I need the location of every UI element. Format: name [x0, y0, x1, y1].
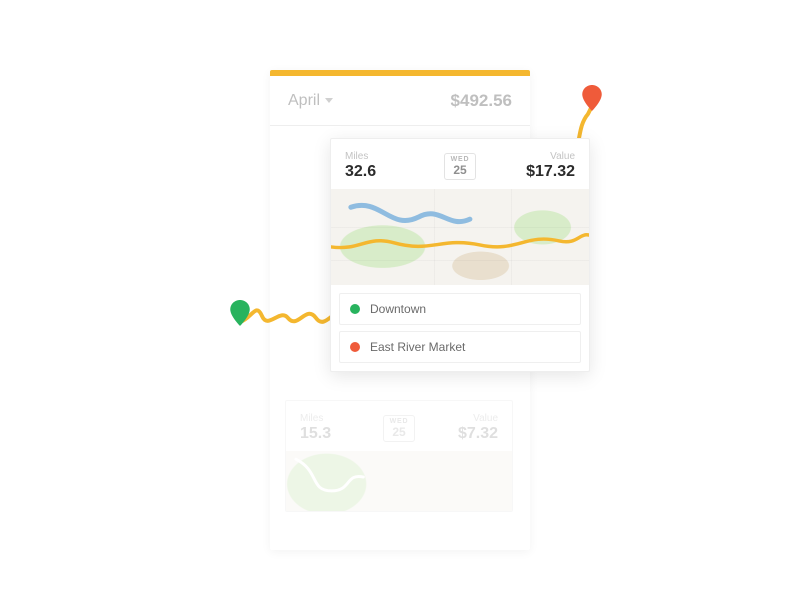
date-badge: WED 25	[383, 415, 416, 442]
map-background	[331, 189, 589, 285]
value-amount: $7.32	[415, 425, 498, 443]
date-dow: WED	[451, 156, 470, 163]
value-amount: $17.32	[476, 163, 575, 181]
miles-value: 15.3	[300, 425, 383, 443]
start-pin-icon	[230, 300, 250, 326]
trip-card[interactable]: Miles 32.6 WED 25 Value $17.32 Downtown …	[330, 138, 590, 372]
trip-stats: Miles 15.3 WED 25 Value $7.32	[286, 401, 512, 451]
trip-map[interactable]	[286, 451, 512, 511]
miles-label: Miles	[300, 413, 383, 424]
place-name: East River Market	[370, 340, 465, 354]
chevron-down-icon	[325, 98, 333, 103]
place-name: Downtown	[370, 302, 426, 316]
date-badge: WED 25	[444, 153, 477, 180]
date-day: 25	[453, 164, 466, 176]
date-day: 25	[392, 426, 405, 438]
end-dot-icon	[350, 342, 360, 352]
place-item-end[interactable]: East River Market	[339, 331, 581, 363]
miles-label: Miles	[345, 151, 444, 162]
start-dot-icon	[350, 304, 360, 314]
value-label: Value	[476, 151, 575, 162]
trip-card[interactable]: Miles 15.3 WED 25 Value $7.32	[285, 400, 513, 512]
miles-value: 32.6	[345, 163, 444, 181]
screen-header: April $492.56	[270, 76, 530, 126]
month-picker[interactable]: April	[288, 92, 333, 110]
month-total: $492.56	[451, 91, 512, 111]
value-label: Value	[415, 413, 498, 424]
end-pin-icon	[582, 85, 602, 111]
map-background	[286, 451, 512, 511]
trip-map[interactable]	[331, 189, 589, 285]
place-item-start[interactable]: Downtown	[339, 293, 581, 325]
place-list: Downtown East River Market	[331, 285, 589, 371]
date-dow: WED	[390, 418, 409, 425]
month-label: April	[288, 92, 320, 110]
trip-stats: Miles 32.6 WED 25 Value $17.32	[331, 139, 589, 189]
